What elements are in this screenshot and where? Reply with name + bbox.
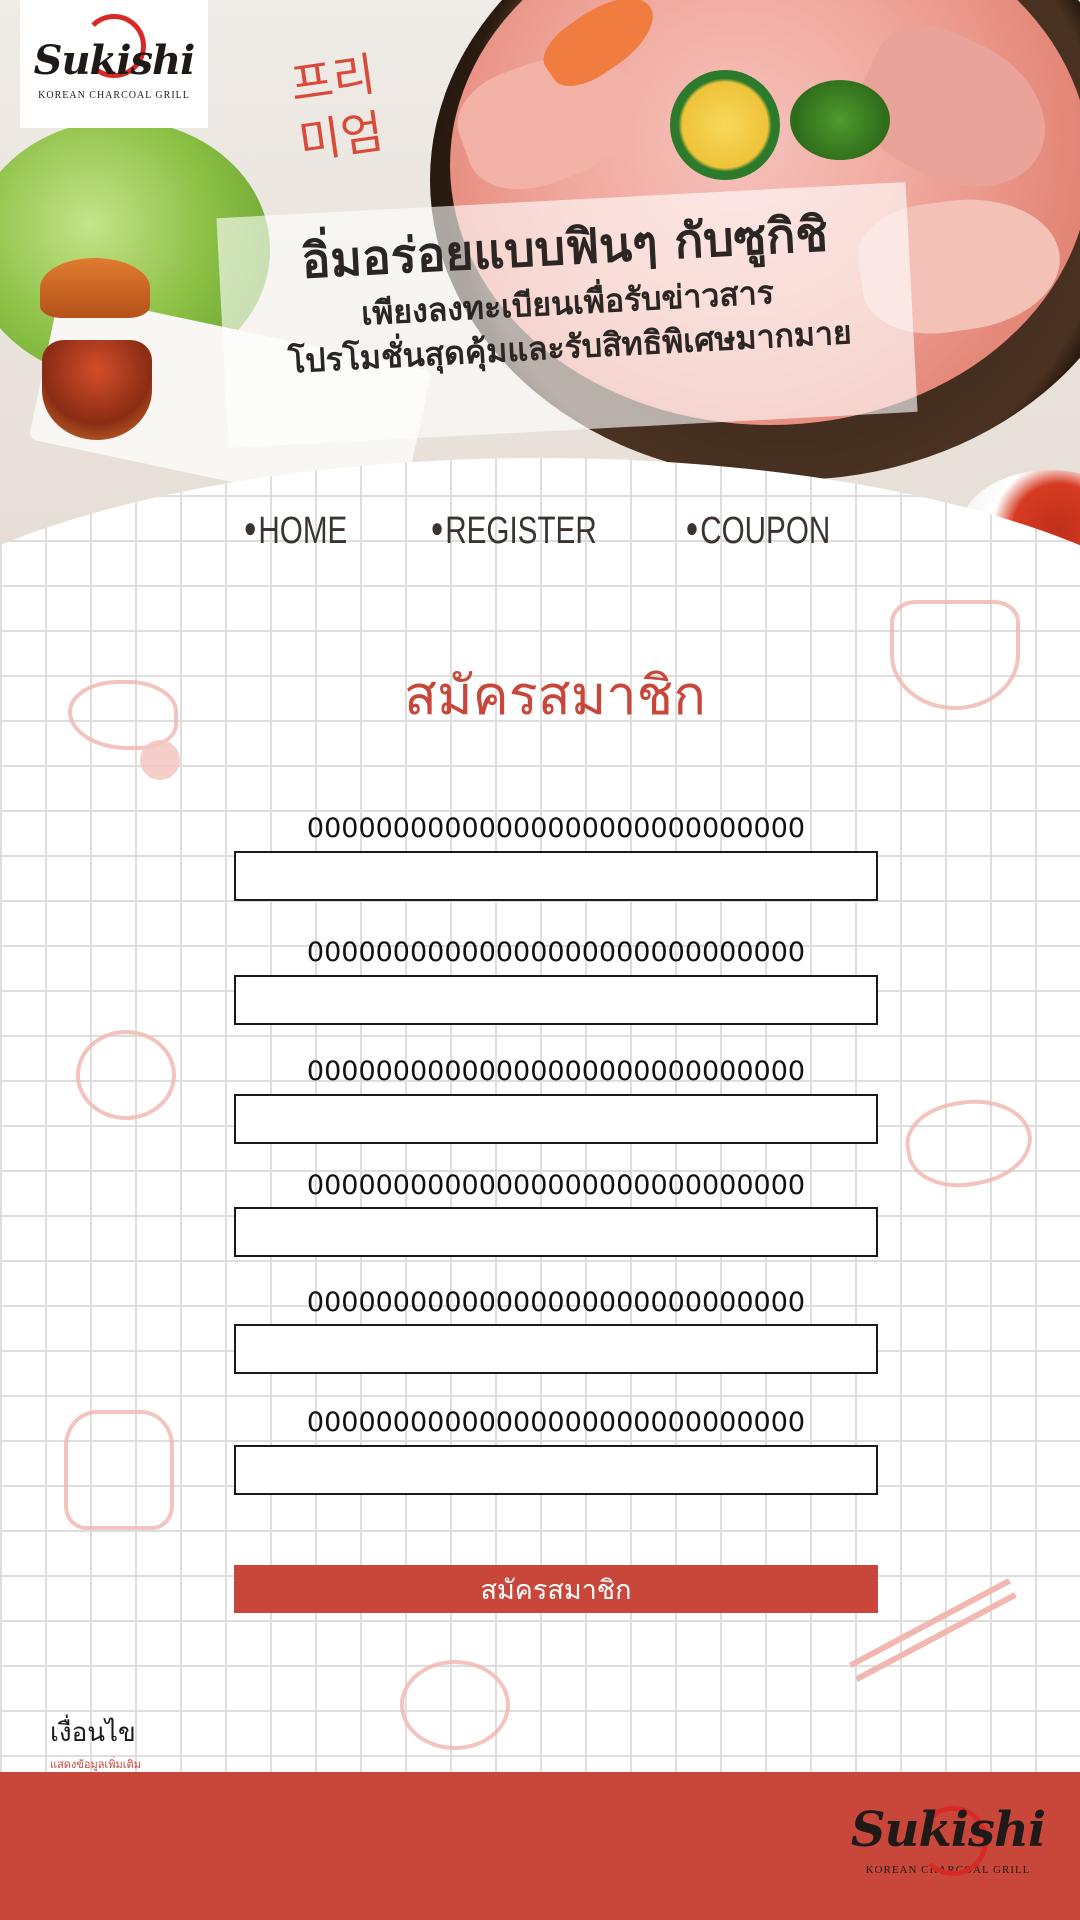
logo-tagline: KOREAN CHARCOAL GRILL [38,90,190,101]
main-nav: ●HOME ●REGISTER ●COUPON [0,510,1080,553]
form-field-4[interactable] [234,1207,878,1257]
nav-coupon[interactable]: ●COUPON [686,510,831,553]
field-label: 00000000000000000000000000000 [306,1056,806,1087]
field-label: 00000000000000000000000000000 [306,813,806,844]
brand-logo[interactable]: Sukishi KOREAN CHARCOAL GRILL [20,0,208,128]
bullet-icon: ● [430,512,444,543]
nav-register-label: REGISTER [445,510,597,552]
parsley-image [790,80,890,160]
register-submit-button[interactable]: สมัครสมาชิก [234,1565,878,1613]
field-label: 00000000000000000000000000000 [306,1407,806,1438]
squash-image [670,70,780,180]
footer-logo-wordmark: Sukishi [850,1802,1046,1858]
field-label: 00000000000000000000000000000 [306,1170,806,1201]
nav-coupon-label: COUPON [700,510,831,552]
form-field-2[interactable] [234,975,878,1025]
page-title: สมัครสมาชิก [404,664,706,727]
footer-logo[interactable]: Sukishi KOREAN CHARCOAL GRILL [848,1802,1048,1902]
form-field-6[interactable] [234,1445,878,1495]
korean-premium-text: 프리 미엄 [287,46,387,170]
field-label: 00000000000000000000000000000 [306,1287,806,1318]
hotpot-image [42,340,152,440]
footer: Sukishi KOREAN CHARCOAL GRILL [0,1772,1080,1920]
form-field-1[interactable] [234,851,878,901]
bullet-icon: ● [243,512,257,543]
form-field-5[interactable] [234,1324,878,1374]
logo-wordmark: Sukishi [33,37,196,84]
chopsticks-doodle-icon [855,1592,1017,1682]
nav-home[interactable]: ●HOME [244,510,348,553]
scallop-doodle-icon [76,1030,176,1120]
nav-register[interactable]: ●REGISTER [430,510,596,553]
shrimp-tail-doodle-icon [140,740,180,780]
meat-doodle-icon [899,1089,1039,1197]
nav-home-label: HOME [258,510,348,552]
mushroom-doodle-icon [400,1660,510,1750]
form-field-3[interactable] [234,1094,878,1144]
field-label: 00000000000000000000000000000 [306,937,806,968]
terms-title: เงื่อนไข [50,1718,136,1748]
terms-more-link[interactable]: แสดงข้อมูลเพิ่มเติม [50,1755,141,1773]
hotpot-lid-image [40,258,150,318]
terms-section[interactable]: เงื่อนไข แสดงข้อมูลเพิ่มเติม [50,1712,141,1773]
bullet-icon: ● [685,512,699,543]
hero-banner: Sukishi KOREAN CHARCOAL GRILL 프리 미엄 อิ่ม… [0,0,1080,560]
sushi-doodle-icon [64,1410,174,1530]
